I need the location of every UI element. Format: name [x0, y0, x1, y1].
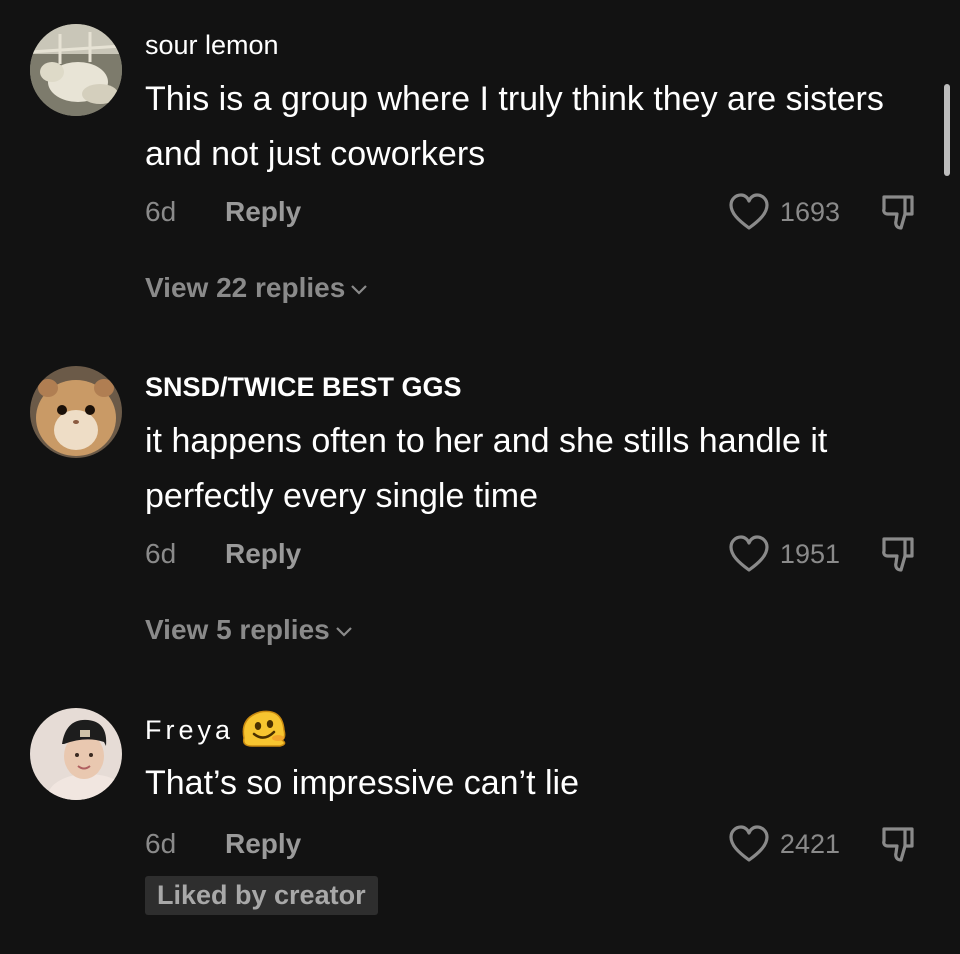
comment-meta: 6d Reply: [145, 828, 301, 860]
thumbs-down-icon: [882, 827, 914, 862]
reply-button[interactable]: Reply: [225, 196, 301, 227]
comment-meta: 6d Reply: [145, 196, 301, 228]
dislike-button[interactable]: [878, 192, 920, 239]
hamster-avatar-icon: [30, 366, 122, 458]
dislike-button[interactable]: [878, 534, 920, 581]
dislike-button[interactable]: [878, 824, 920, 871]
chevron-down-icon: [351, 284, 368, 295]
sheep-avatar-icon: [30, 24, 122, 116]
thumbs-down-icon: [882, 537, 914, 572]
reply-button[interactable]: Reply: [225, 828, 301, 859]
comment-time: 6d: [145, 538, 177, 569]
melting-face-emoji-icon: [242, 710, 286, 747]
comment-time: 6d: [145, 828, 177, 859]
thumbs-down-icon: [882, 195, 914, 230]
avatar[interactable]: [30, 24, 122, 116]
like-count: 2421: [779, 828, 840, 859]
like-count: 1693: [779, 196, 840, 227]
view-replies-button[interactable]: View 5 replies: [145, 614, 354, 646]
scrollbar[interactable]: [944, 84, 950, 176]
like-button[interactable]: 1693: [728, 192, 840, 232]
comment-text: This is a group where I truly think they…: [145, 80, 884, 173]
view-replies-label: View 22 replies: [145, 272, 346, 303]
comment-text: it happens often to her and she stills h…: [145, 422, 828, 515]
person-beanie-avatar-icon: [30, 708, 122, 800]
username-label: Freya: [145, 715, 235, 746]
avatar[interactable]: [30, 366, 122, 458]
chevron-down-icon: [335, 626, 352, 637]
like-button[interactable]: 1951: [728, 534, 840, 574]
username[interactable]: Freya: [145, 710, 290, 750]
heart-icon: [729, 193, 769, 230]
reply-button[interactable]: Reply: [225, 538, 301, 569]
username[interactable]: sour lemon: [145, 30, 279, 61]
liked-by-creator-badge: Liked by creator: [145, 876, 378, 915]
like-button[interactable]: 2421: [728, 824, 840, 864]
view-replies-label: View 5 replies: [145, 614, 330, 645]
avatar[interactable]: [30, 708, 122, 800]
comment-time: 6d: [145, 196, 177, 227]
heart-icon: [729, 535, 769, 572]
comment-meta: 6d Reply: [145, 538, 301, 570]
comment-text: That’s so impressive can’t lie: [145, 764, 579, 802]
view-replies-button[interactable]: View 22 replies: [145, 272, 369, 304]
username[interactable]: SNSD/TWICE BEST GGS: [145, 372, 462, 403]
like-count: 1951: [779, 538, 840, 569]
heart-icon: [729, 825, 769, 862]
